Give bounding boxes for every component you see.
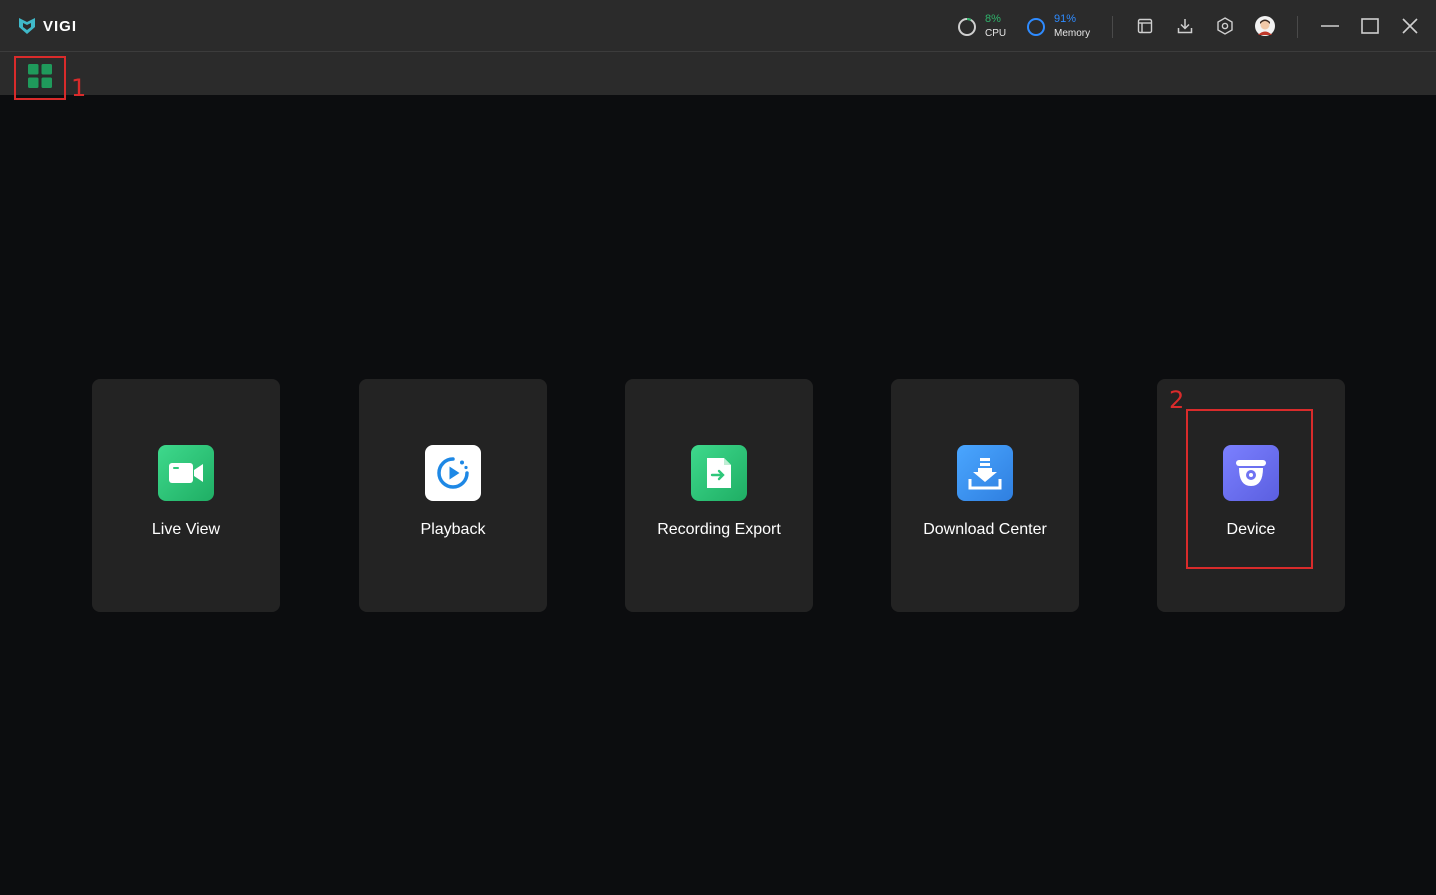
playback-card[interactable]: Playback [359,379,547,612]
download-center-card[interactable]: Download Center [891,379,1079,612]
cpu-meter: 8% CPU [957,12,1007,40]
window-icon[interactable] [1135,16,1155,36]
avatar[interactable] [1255,16,1275,36]
live-view-label: Live View [151,521,221,538]
file-export-icon [691,445,747,501]
live-view-card[interactable]: Live View [92,379,280,612]
video-camera-icon [158,445,214,501]
app-name: VIGI [43,17,78,35]
memory-ring-icon [1027,18,1045,36]
playback-label: Playback [420,521,486,538]
memory-value: 91% [1054,12,1077,25]
close-icon[interactable] [1400,16,1420,36]
download-center-icon [957,445,1013,501]
app-logo: VIGI [17,15,77,37]
cpu-value: 8% [985,12,1001,25]
grid-icon [28,64,52,88]
title-bar: VIGI 8% CPU 91% Memory [0,0,1436,52]
download-icon[interactable] [1175,16,1195,36]
recording-export-card[interactable]: Recording Export [625,379,813,612]
memory-label: Memory [1054,27,1091,39]
download-center-label: Download Center [923,521,1047,538]
vigi-logo-icon [19,18,35,34]
device-label: Device [1226,521,1276,538]
minimize-icon[interactable] [1320,16,1340,36]
recording-export-label: Recording Export [657,521,781,538]
device-card[interactable]: Device [1157,379,1345,612]
playback-icon [425,445,481,501]
toolbar-divider [1112,16,1113,38]
window-controls-divider [1297,16,1298,38]
cpu-ring-icon [958,18,976,36]
dome-camera-icon [1223,445,1279,501]
annotation-step-1: 1 [71,74,87,102]
settings-icon[interactable] [1215,16,1235,36]
home-tab[interactable] [14,56,66,100]
cpu-label: CPU [985,27,1007,39]
maximize-icon[interactable] [1360,16,1380,36]
tab-bar: 1 [0,52,1436,100]
annotation-step-2: 2 [1169,386,1185,414]
memory-meter: 91% Memory [1026,12,1091,40]
